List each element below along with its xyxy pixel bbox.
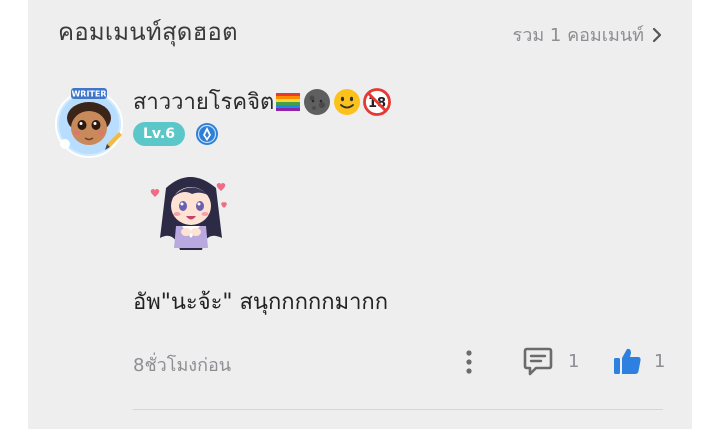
like-button[interactable]: 1 <box>612 346 665 376</box>
all-comments-label: รวม 1 คอมเมนท์ <box>512 25 644 46</box>
comment-timestamp: 8ชั่วโมงก่อน <box>133 355 232 376</box>
writer-tag: WRITER <box>71 90 106 99</box>
rainbow-flag-icon <box>276 92 301 111</box>
chevron-right-icon <box>652 27 662 42</box>
reply-count: 1 <box>568 350 580 372</box>
slightly-smiling-face-icon <box>334 88 361 115</box>
comment-username: สาววายโรคจิต <box>133 90 275 115</box>
comment-divider <box>133 409 663 410</box>
writer-badge-icon <box>195 123 218 145</box>
user-badges: Lv.6 <box>133 122 219 146</box>
all-comments-link[interactable]: รวม 1 คอมเมนท์ <box>513 20 662 49</box>
section-title: คอมเมนท์สุดฮอต <box>58 18 238 46</box>
level-badge: Lv.6 <box>133 122 185 146</box>
reply-button[interactable]: 1 <box>522 345 579 377</box>
thumbs-up-icon <box>614 348 641 374</box>
hot-comments-panel: คอมเมนท์สุดฮอต รวม 1 คอมเมนท์ WRITER สาว… <box>28 0 692 429</box>
comment-text: อัพ"นะจ้ะ" สนุกกกกกมากก <box>133 290 389 315</box>
anime-girl-sticker <box>150 177 227 250</box>
new-moon-face-icon <box>304 88 331 115</box>
comment-bubble-icon <box>523 347 553 376</box>
avatar[interactable]: WRITER <box>53 86 125 158</box>
comment-username-row[interactable]: สาววายโรคจิต 18 <box>133 84 392 119</box>
more-options-icon[interactable] <box>464 348 474 376</box>
no-under-18-icon: 18 <box>363 87 392 116</box>
like-count: 1 <box>654 350 666 372</box>
